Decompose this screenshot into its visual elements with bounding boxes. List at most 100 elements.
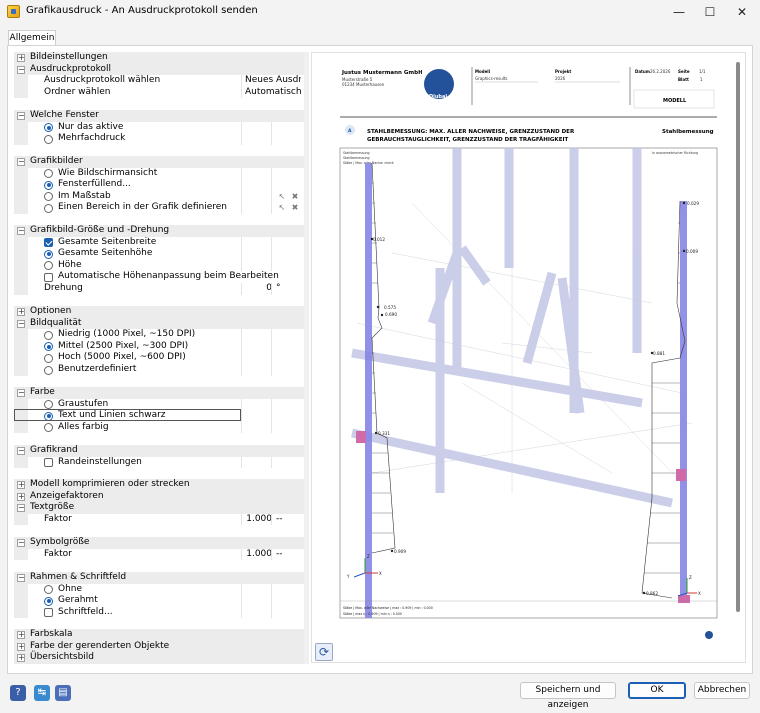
option-niedrig[interactable]: Niedrig (1000 Pixel, ~150 DPI) xyxy=(14,329,304,341)
units-icon[interactable]: ↹ xyxy=(34,685,50,701)
collapse-icon[interactable]: − xyxy=(17,158,25,166)
delete-icon[interactable]: ✖ xyxy=(291,204,299,212)
option-benutzerdefiniert[interactable]: Benutzerdefiniert xyxy=(14,364,304,376)
expand-icon[interactable]: + xyxy=(17,631,25,639)
option-auto-hoehenanpassung[interactable]: Automatische Höhenanpassung beim Bearbei… xyxy=(14,271,304,283)
checkbox-schriftfeld[interactable] xyxy=(44,608,53,618)
radio-mehrfachdruck[interactable] xyxy=(44,134,53,144)
group-symbolgroesse[interactable]: − Symbolgröße xyxy=(14,537,304,549)
radio-nur-aktive[interactable] xyxy=(44,123,53,133)
option-hoch[interactable]: Hoch (5000 Pixel, ~600 DPI) xyxy=(14,352,304,364)
checkbox-randeinstellungen[interactable] xyxy=(44,458,53,468)
radio-seitenhoehe[interactable] xyxy=(44,249,53,259)
radio-fensterfuellend[interactable] xyxy=(44,180,53,190)
support-node xyxy=(356,431,366,443)
group-grafikbild-groesse[interactable]: − Grafikbild-Größe und -Drehung xyxy=(14,225,304,237)
option-randeinstellungen[interactable]: Randeinstellungen xyxy=(14,456,304,469)
group-farbskala[interactable]: + Farbskala xyxy=(14,629,304,641)
group-uebersichtsbild[interactable]: + Übersichtsbild xyxy=(14,652,304,664)
group-textgroesse[interactable]: − Textgröße xyxy=(14,502,304,514)
option-graustufen[interactable]: Graustufen xyxy=(14,398,304,411)
expand-icon[interactable]: + xyxy=(17,642,25,651)
group-grafikrand[interactable]: − Grafikrand xyxy=(14,445,304,457)
ok-button[interactable]: OK xyxy=(628,682,686,699)
collapse-icon[interactable]: − xyxy=(17,389,25,397)
collapse-icon[interactable]: − xyxy=(17,112,25,120)
group-grafikbilder[interactable]: − Grafikbilder xyxy=(14,156,304,168)
cancel-button[interactable]: Abbrechen xyxy=(694,682,750,699)
delete-icon[interactable]: ✖ xyxy=(291,192,299,201)
radio-im-massstab[interactable] xyxy=(44,192,53,202)
collapse-icon[interactable]: − xyxy=(17,319,25,328)
close-button[interactable]: ✕ xyxy=(727,2,757,22)
radio-text-linien-schwarz[interactable] xyxy=(44,411,53,421)
expand-icon[interactable]: + xyxy=(17,492,25,501)
radio-niedrig[interactable] xyxy=(44,330,53,340)
group-welche-fenster[interactable]: − Welche Fenster xyxy=(14,110,304,122)
checkbox-auto-hoehe[interactable] xyxy=(44,272,53,282)
refresh-icon[interactable]: ⟳ xyxy=(315,643,333,661)
minimize-button[interactable]: — xyxy=(664,2,694,22)
collapse-icon[interactable]: − xyxy=(17,504,25,513)
radio-wie-bildschirmansicht[interactable] xyxy=(44,169,53,179)
option-gerahmt[interactable]: Gerahmt xyxy=(14,595,304,607)
option-wie-bildschirmansicht[interactable]: Wie Bildschirmansicht xyxy=(14,167,304,180)
maximize-button[interactable]: ☐ xyxy=(695,2,725,22)
blatt-label: Blatt xyxy=(678,77,689,82)
expand-icon[interactable]: + xyxy=(17,308,25,316)
group-farbe-objekte[interactable]: + Farbe der gerenderten Objekte xyxy=(14,640,304,653)
group-rahmen-schriftfeld[interactable]: − Rahmen & Schriftfeld xyxy=(14,572,304,584)
settings-icon[interactable]: ▤ xyxy=(55,685,71,701)
preview-scrollbar[interactable] xyxy=(736,62,740,612)
checkbox-seitenbreite[interactable] xyxy=(44,238,53,248)
option-bereich-definieren[interactable]: Einen Bereich in der Grafik definieren ↖ ✖ xyxy=(14,202,304,214)
option-gesamte-seitenbreite[interactable]: Gesamte Seitenbreite xyxy=(14,236,304,249)
help-icon[interactable]: ? xyxy=(10,685,26,701)
tab-strip: Allgemein xyxy=(0,24,760,47)
option-ohne[interactable]: Ohne xyxy=(14,583,304,596)
symbolgroesse-faktor-input[interactable]: 1.000 xyxy=(234,549,272,561)
option-schriftfeld[interactable]: Schriftfeld... xyxy=(14,606,304,619)
collapse-icon[interactable]: − xyxy=(17,65,25,74)
option-mittel[interactable]: Mittel (2500 Pixel, ~300 DPI) xyxy=(14,340,304,353)
radio-benutzerdefiniert[interactable] xyxy=(44,365,53,375)
radio-alles-farbig[interactable] xyxy=(44,423,53,433)
radio-graustufen[interactable] xyxy=(44,400,53,410)
option-mehrfachdruck[interactable]: Mehrfachdruck xyxy=(14,133,304,145)
ordner-select[interactable]: Automatisch xyxy=(245,87,301,99)
expand-icon[interactable]: + xyxy=(17,481,25,489)
radio-bereich-definieren[interactable] xyxy=(44,203,53,213)
radio-ohne[interactable] xyxy=(44,585,53,595)
ausdruckprotokoll-select[interactable]: Neues Ausdr... xyxy=(245,75,301,87)
group-ausdruckprotokoll[interactable]: − Ausdruckprotokoll xyxy=(14,63,304,76)
radio-mittel[interactable] xyxy=(44,342,53,352)
option-fensterfuellend[interactable]: Fensterfüllend... xyxy=(14,179,304,191)
collapse-icon[interactable]: − xyxy=(17,574,25,582)
collapse-icon[interactable]: − xyxy=(17,539,25,547)
option-alles-farbig[interactable]: Alles farbig xyxy=(14,421,304,434)
group-modell-komprimieren[interactable]: + Modell komprimieren oder strecken xyxy=(14,479,304,491)
tree-scrollbar[interactable] xyxy=(304,52,309,664)
option-text-linien-schwarz[interactable]: Text und Linien schwarz xyxy=(14,410,304,422)
textgroesse-faktor-input[interactable]: 1.000 xyxy=(234,514,272,526)
group-anzeigefaktoren[interactable]: + Anzeigefaktoren xyxy=(14,490,304,503)
collapse-icon[interactable]: − xyxy=(17,447,25,455)
save-and-show-button[interactable]: Speichern und anzeigen xyxy=(520,682,616,710)
collapse-icon[interactable]: − xyxy=(17,227,25,235)
expand-icon[interactable]: + xyxy=(17,654,25,663)
expand-icon[interactable]: + xyxy=(17,54,25,62)
radio-hoch[interactable] xyxy=(44,353,53,363)
option-im-massstab[interactable]: Im Maßstab ↖ ✖ xyxy=(14,190,304,203)
pick-icon[interactable]: ↖ xyxy=(278,204,286,212)
drehung-input[interactable]: 0 xyxy=(234,283,272,295)
group-bildeinstellungen[interactable]: + Bildeinstellungen xyxy=(14,52,304,64)
option-nur-aktive[interactable]: Nur das aktive xyxy=(14,121,304,134)
option-gesamte-seitenhoehe[interactable]: Gesamte Seitenhöhe xyxy=(14,248,304,260)
option-hoehe[interactable]: Höhe xyxy=(14,259,304,272)
radio-gerahmt[interactable] xyxy=(44,596,53,606)
group-optionen[interactable]: + Optionen xyxy=(14,306,304,318)
pick-icon[interactable]: ↖ xyxy=(278,192,286,201)
radio-hoehe[interactable] xyxy=(44,261,53,271)
group-farbe[interactable]: − Farbe xyxy=(14,387,304,399)
group-bildqualitaet[interactable]: − Bildqualität xyxy=(14,317,304,330)
